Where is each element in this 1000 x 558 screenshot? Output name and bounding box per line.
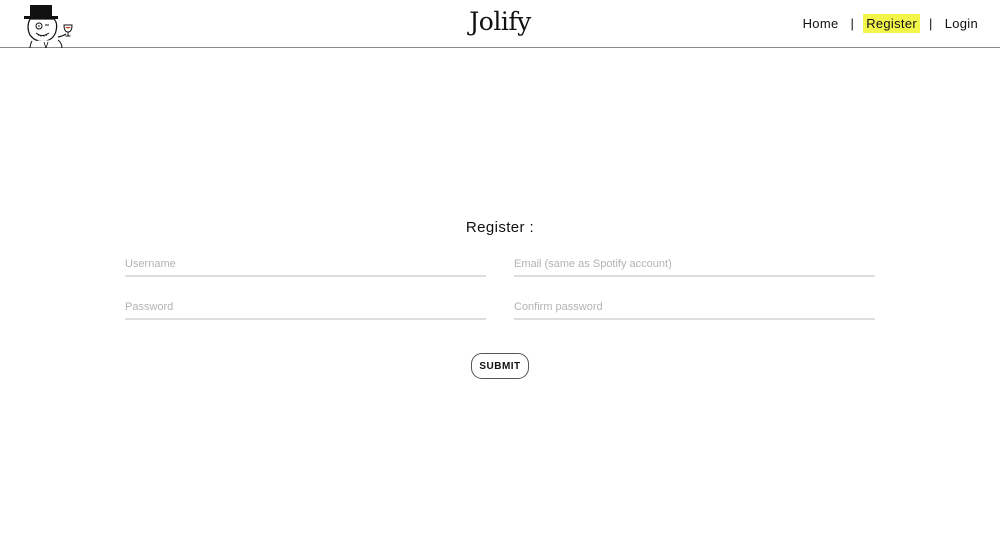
register-form-title: Register : <box>465 219 535 236</box>
top-bar: Jolify Home | Register | Login <box>0 0 1000 50</box>
top-hat-gentleman-icon[interactable] <box>18 3 78 50</box>
submit-button[interactable]: SUBMIT <box>471 353 529 379</box>
nav-separator: | <box>929 16 933 31</box>
password-input[interactable] <box>125 296 486 320</box>
username-input[interactable] <box>125 253 486 277</box>
top-nav: Home | Register | Login <box>800 14 981 33</box>
confirm-password-input[interactable] <box>514 296 875 320</box>
nav-home-link[interactable]: Home <box>800 14 842 33</box>
nav-separator: | <box>850 16 855 31</box>
nav-login-link[interactable]: Login <box>942 14 981 33</box>
nav-register-link[interactable]: Register <box>863 14 920 33</box>
email-input[interactable] <box>514 253 875 277</box>
